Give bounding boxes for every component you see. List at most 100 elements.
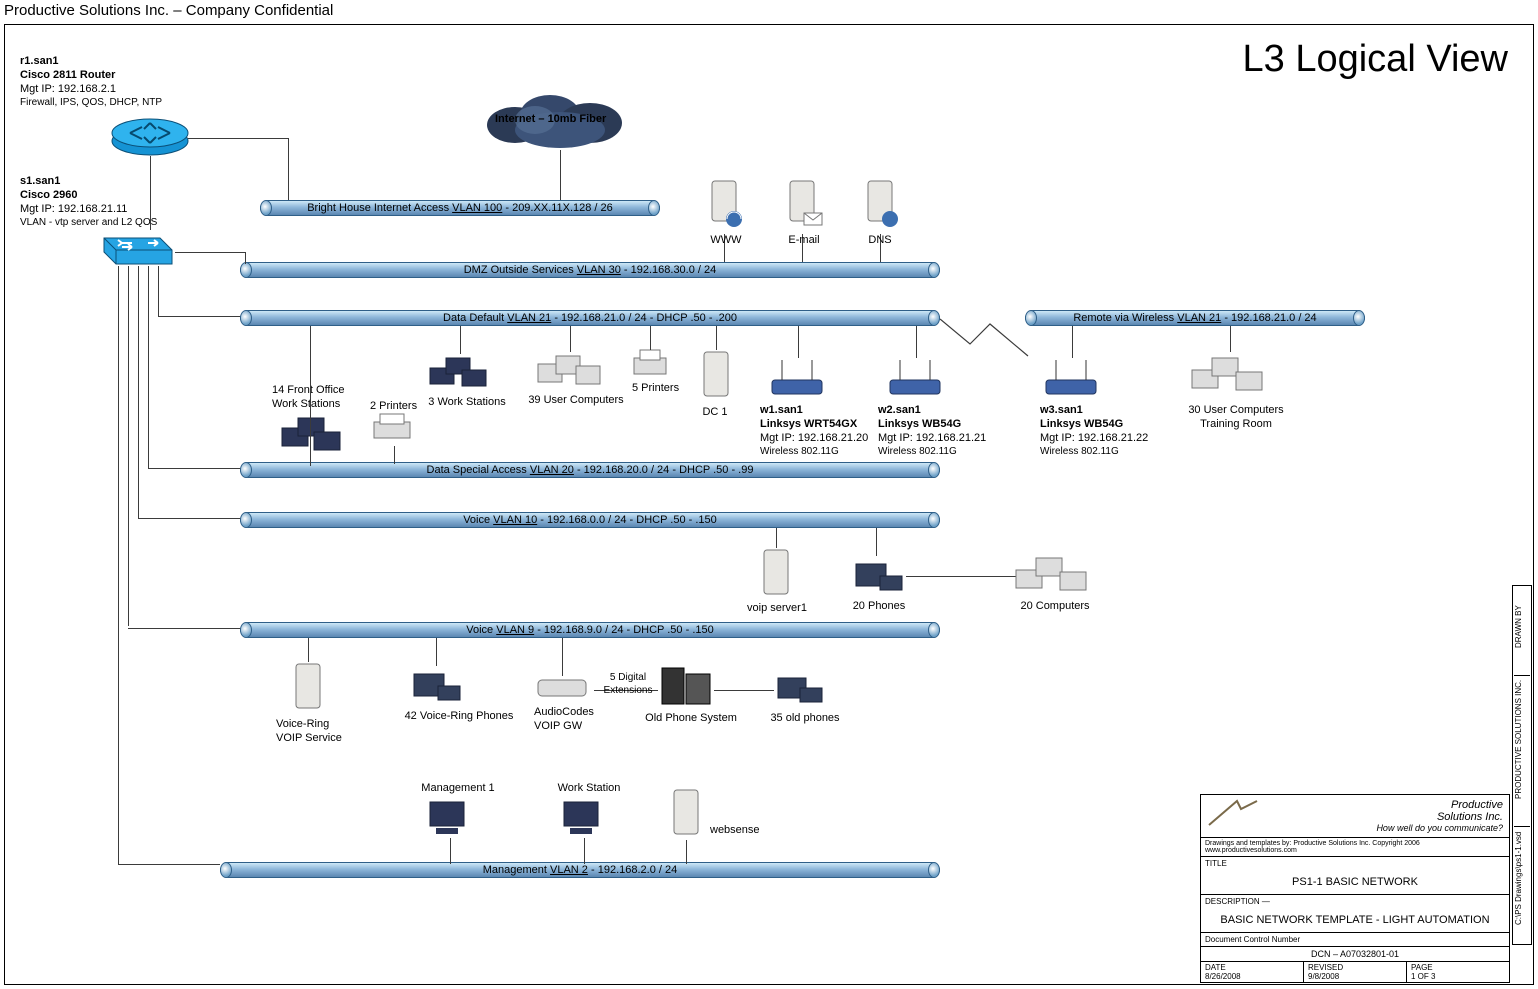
user-computers-label: 39 User Computers [516, 394, 636, 408]
dns-server-icon [856, 175, 906, 235]
five-printers-icon [630, 348, 674, 380]
email-server-icon [778, 175, 828, 235]
remote-pcs-icon [1190, 350, 1270, 400]
remote-conn [1230, 326, 1231, 352]
page-title: L3 Logical View [1243, 38, 1508, 81]
old-phone-sys-icon [656, 664, 716, 710]
www-label: WWW [706, 234, 746, 248]
w2-ap-icon [884, 356, 948, 400]
old-phones-label: 35 old phones [760, 712, 850, 726]
w3-ap-icon [1040, 356, 1104, 400]
switch-trunk-1 [118, 266, 119, 864]
workstation-icon [558, 796, 612, 840]
phone-to-pc-line [906, 576, 1016, 577]
remote-pcs-label: 30 User Computers Training Room [1176, 404, 1296, 432]
switch-trunk-3 [138, 266, 139, 518]
front-office-label: 14 Front Office Work Stations [272, 384, 345, 412]
oldsys-to-oldphones [714, 690, 774, 691]
switch-to-v30v [245, 252, 246, 264]
title-block: Productive Solutions Inc. How well do yo… [1200, 794, 1510, 983]
router-icon [110, 113, 190, 157]
old-phone-sys-label: Old Phone System [636, 712, 746, 726]
switch-to-v21 [158, 316, 240, 317]
two-printers-icon [370, 412, 418, 446]
vlan-30-pipe: DMZ Outside Services VLAN 30 - 192.168.3… [240, 262, 940, 278]
switch-trunk-5 [158, 266, 159, 316]
email-label: E-mail [782, 234, 826, 248]
vlan-20-pipe: Data Special Access VLAN 20 - 192.168.20… [240, 462, 940, 478]
management1-icon [424, 796, 478, 840]
switch-to-v9 [128, 628, 240, 629]
confidential-banner: Productive Solutions Inc. – Company Conf… [4, 2, 333, 19]
dns-label: DNS [860, 234, 900, 248]
router-note: r1.san1 Cisco 2811 Router Mgt IP: 192.16… [20, 55, 162, 110]
websense-icon [666, 786, 706, 842]
vlan-100-pipe: Bright House Internet Access VLAN 100 - … [260, 200, 660, 216]
w1-note: w1.san1Linksys WRT54GX Mgt IP: 192.168.2… [760, 404, 868, 459]
wireless-zig-line [940, 316, 1030, 362]
voicering-label: Voice-Ring VOIP Service [276, 718, 342, 746]
audiocodes-label: AudioCodes VOIP GW [534, 706, 594, 734]
dc1-label: DC 1 [690, 406, 740, 420]
cloud-to-v100-line [560, 150, 561, 200]
switch-to-v20 [148, 468, 240, 469]
vlan-21-pipe: Data Default VLAN 21 - 192.168.21.0 / 24… [240, 310, 940, 326]
switch-trunk-4 [148, 266, 149, 468]
router-to-v100-h [188, 138, 288, 139]
5p-conn [650, 326, 651, 350]
switch-to-v2 [118, 864, 220, 865]
vlan-2-pipe: Management VLAN 2 - 192.168.2.0 / 24 [220, 862, 940, 878]
three-ws-label: 3 Work Stations [422, 396, 512, 410]
router-to-switch-line [150, 156, 151, 230]
vrp-conn [436, 638, 437, 666]
fo-conn [310, 326, 311, 466]
w3-conn [1072, 326, 1073, 358]
workstation-label: Work Station [544, 782, 634, 796]
3ws-conn [460, 326, 461, 354]
old-phones-icon [772, 670, 828, 710]
front-office-icon [278, 410, 348, 460]
39u-conn [570, 326, 571, 352]
ac-conn [562, 638, 563, 676]
2p-conn [394, 446, 395, 464]
voip-conn [776, 528, 777, 548]
w1-ap-icon [766, 356, 830, 400]
vr-phones-label: 42 Voice-Ring Phones [394, 710, 524, 724]
w2-note: w2.san1Linksys WB54G Mgt IP: 192.168.21.… [878, 404, 986, 459]
phones20-conn [876, 528, 877, 556]
switch-to-v30 [175, 252, 245, 253]
pcs20-label: 20 Computers [1010, 600, 1100, 614]
m1-conn [450, 838, 451, 864]
digext-label: 5 Digital Extensions [598, 672, 658, 697]
switch-note: s1.san1 Cisco 2960 Mgt IP: 192.168.21.11… [20, 175, 157, 230]
three-ws-icon [428, 352, 492, 396]
w1-conn [798, 326, 799, 358]
switch-trunk-2 [128, 266, 129, 626]
pcs20-icon [1014, 552, 1094, 600]
websense-label: websense [710, 824, 760, 838]
w2-conn [916, 326, 917, 358]
audiocodes-icon [534, 674, 594, 704]
vlan-21-remote-pipe: Remote via Wireless VLAN 21 - 192.168.21… [1025, 310, 1365, 326]
vlan-10-pipe: Voice VLAN 10 - 192.168.0.0 / 24 - DHCP … [240, 512, 940, 528]
ws-conn [584, 838, 585, 864]
voip-server-icon [756, 546, 796, 600]
www-server-icon [700, 175, 750, 235]
internet-cloud-label: Internet – 10mb Fiber [495, 113, 606, 125]
management1-label: Management 1 [408, 782, 508, 796]
voip-server-label: voip server1 [742, 602, 812, 616]
vlan-9-pipe: Voice VLAN 9 - 192.168.9.0 / 24 - DHCP .… [240, 622, 940, 638]
phones20-label: 20 Phones [844, 600, 914, 614]
dc1-conn [716, 326, 717, 350]
w3-note: w3.san1Linksys WB54G Mgt IP: 192.168.21.… [1040, 404, 1148, 459]
router-to-v100-v [288, 138, 289, 200]
phones20-icon [850, 554, 906, 598]
vr-phones-icon [408, 664, 464, 708]
switch-to-v10 [138, 518, 240, 519]
five-printers-label: 5 Printers [632, 382, 679, 396]
web-conn [686, 840, 687, 864]
vr-conn [308, 638, 309, 662]
switch-icon [100, 228, 176, 268]
dc1-icon [696, 348, 736, 404]
user-computers-icon [536, 350, 606, 390]
